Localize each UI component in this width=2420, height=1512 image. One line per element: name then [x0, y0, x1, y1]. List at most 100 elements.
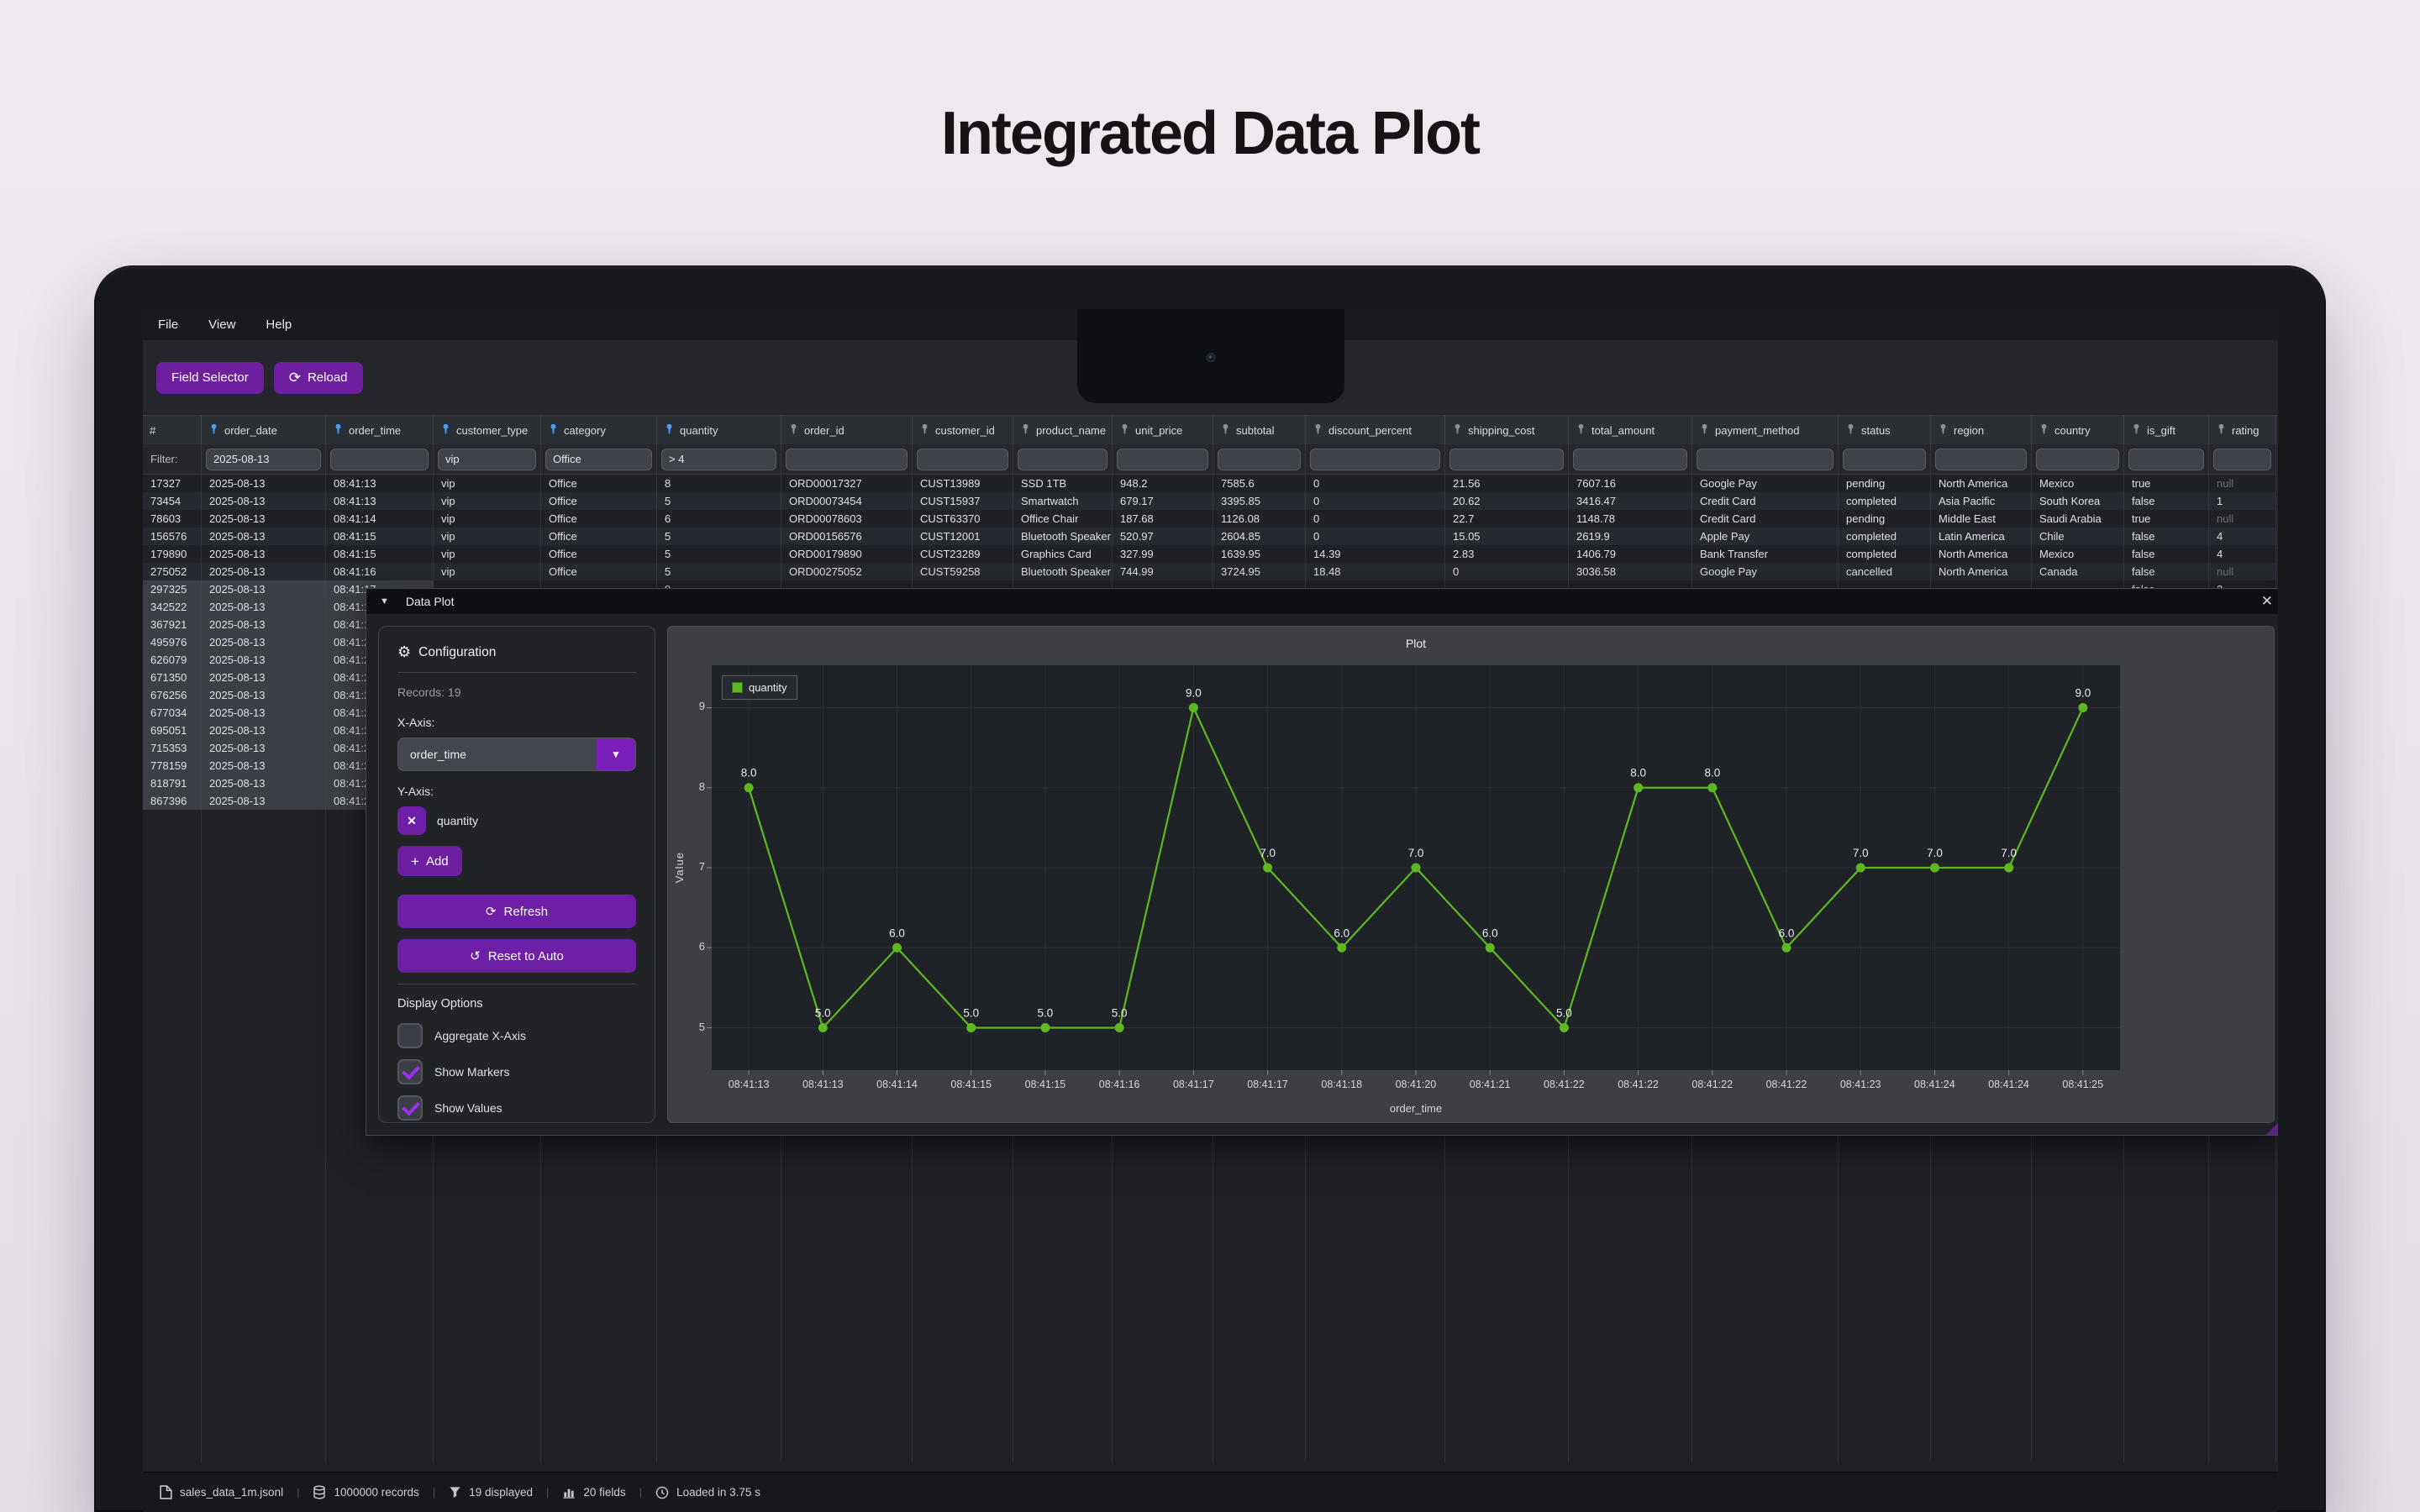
filter-input-unit_price[interactable] [1117, 449, 1208, 470]
empty-cell [541, 1445, 657, 1462]
empty-cell [2209, 1198, 2276, 1215]
empty-cell [2032, 1163, 2124, 1180]
checkbox-show-values[interactable] [397, 1095, 423, 1121]
field-selector-button[interactable]: Field Selector [156, 362, 264, 394]
column-header-status[interactable]: status [1839, 416, 1931, 444]
column-header-rating[interactable]: rating [2209, 416, 2276, 444]
x-axis-select[interactable]: order_time ▼ [397, 738, 636, 771]
empty-cell [143, 863, 202, 880]
empty-cell [1839, 1357, 1931, 1374]
column-header-shipping_cost[interactable]: shipping_cost [1445, 416, 1569, 444]
empty-cell [541, 1251, 657, 1268]
empty-cell [1569, 1233, 1692, 1251]
empty-cell [1306, 1163, 1445, 1180]
column-header-subtotal[interactable]: subtotal [1213, 416, 1306, 444]
filter-input-total_amount[interactable] [1573, 449, 1687, 470]
table-cell: Bluetooth Speaker [1013, 563, 1113, 580]
empty-cell [202, 1163, 326, 1180]
table-cell: Chile [2032, 528, 2124, 545]
filter-input-customer_type[interactable] [438, 449, 536, 470]
filter-input-rating[interactable] [2213, 449, 2271, 470]
filter-input-order_id[interactable] [786, 449, 908, 470]
column-header-order_id[interactable]: order_id [781, 416, 913, 444]
empty-cell [1569, 1374, 1692, 1392]
checkbox-aggregate-x-axis[interactable] [397, 1023, 423, 1048]
reload-label: Reload [308, 370, 348, 385]
empty-cell [541, 1145, 657, 1163]
legend-swatch [732, 682, 743, 693]
empty-cell [1306, 1268, 1445, 1286]
table-row[interactable]: 1565762025-08-1308:41:15vipOffice5ORD001… [143, 528, 2276, 545]
filter-input-subtotal[interactable] [1218, 449, 1301, 470]
empty-cell [2124, 1286, 2209, 1304]
empty-cell [1692, 1304, 1839, 1321]
column-header-discount_percent[interactable]: discount_percent [1306, 416, 1445, 444]
menu-item-view[interactable]: View [208, 318, 235, 332]
column-header-customer_type[interactable]: customer_type [434, 416, 541, 444]
filter-input-is_gift[interactable] [2128, 449, 2204, 470]
empty-cell [1013, 1339, 1113, 1357]
collapse-icon[interactable]: ▼ [380, 596, 389, 606]
filter-input-order_time[interactable] [330, 449, 429, 470]
filter-input-order_date[interactable] [206, 449, 321, 470]
table-cell: 495976 [143, 633, 202, 651]
column-header-region[interactable]: region [1931, 416, 2032, 444]
camera-icon [1206, 353, 1215, 362]
checkbox-show-markers[interactable] [397, 1059, 423, 1084]
column-header-order_date[interactable]: order_date [202, 416, 326, 444]
column-header-quantity[interactable]: quantity [657, 416, 781, 444]
empty-cell [1839, 1410, 1931, 1427]
column-header-is_gift[interactable]: is_gift [2124, 416, 2209, 444]
column-header-payment_method[interactable]: payment_method [1692, 416, 1839, 444]
table-row[interactable]: 786032025-08-1308:41:14vipOffice6ORD0007… [143, 510, 2276, 528]
filter-input-shipping_cost[interactable] [1449, 449, 1564, 470]
refresh-button[interactable]: ⟳ Refresh [397, 895, 636, 928]
resize-handle[interactable] [2266, 1115, 2278, 1135]
filter-input-quantity[interactable] [661, 449, 776, 470]
panel-close-button[interactable]: ✕ [2261, 593, 2273, 610]
status-label: 1000000 records [334, 1486, 418, 1499]
column-header-unit_price[interactable]: unit_price [1113, 416, 1213, 444]
column-header-total_amount[interactable]: total_amount [1569, 416, 1692, 444]
table-row[interactable]: 173272025-08-1308:41:13vipOffice8ORD0001… [143, 475, 2276, 492]
column-header-country[interactable]: country [2032, 416, 2124, 444]
menu-item-help[interactable]: Help [266, 318, 292, 332]
column-label: order_time [349, 424, 401, 437]
table-cell: completed [1839, 545, 1931, 563]
table-cell: ORD00275052 [781, 563, 913, 580]
column-header-category[interactable]: category [541, 416, 657, 444]
filter-input-payment_method[interactable] [1697, 449, 1833, 470]
filter-input-product_name[interactable] [1018, 449, 1107, 470]
column-header-order_time[interactable]: order_time [326, 416, 434, 444]
data-plot-panel-header[interactable]: ▼ Data Plot ✕ [366, 589, 2278, 614]
table-row[interactable]: 1798902025-08-1308:41:15vipOffice5ORD001… [143, 545, 2276, 563]
column-header-product_name[interactable]: product_name [1013, 416, 1113, 444]
empty-cell [1113, 1198, 1213, 1215]
empty-cell [326, 1304, 434, 1321]
empty-cell [326, 1427, 434, 1445]
empty-cell [202, 1145, 326, 1163]
remove-series-button[interactable]: ✕ [397, 806, 426, 835]
reload-button[interactable]: ⟳ Reload [274, 362, 363, 394]
filter-input-discount_percent[interactable] [1310, 449, 1440, 470]
reset-to-auto-button[interactable]: ↺ Reset to Auto [397, 939, 636, 973]
filter-input-country[interactable] [2036, 449, 2119, 470]
filter-input-customer_id[interactable] [917, 449, 1008, 470]
empty-cell [434, 1392, 541, 1410]
table-row[interactable]: 2750522025-08-1308:41:16vipOffice5ORD002… [143, 563, 2276, 580]
filter-input-category[interactable] [545, 449, 652, 470]
table-cell: vip [434, 475, 541, 492]
configuration-heading: ⚙ Configuration [397, 643, 636, 661]
empty-cell [1013, 1410, 1113, 1427]
table-row[interactable]: 734542025-08-1308:41:13vipOffice5ORD0007… [143, 492, 2276, 510]
empty-cell [1445, 1180, 1569, 1198]
column-header-customer_id[interactable]: customer_id [913, 416, 1013, 444]
filter-input-status[interactable] [1843, 449, 1926, 470]
menu-item-file[interactable]: File [158, 318, 178, 332]
column-label: quantity [680, 424, 718, 437]
empty-cell [1569, 1163, 1692, 1180]
filter-input-region[interactable] [1935, 449, 2027, 470]
add-series-button[interactable]: + Add [397, 846, 462, 876]
column-header-num[interactable]: # [143, 416, 202, 444]
pin-icon [1313, 423, 1323, 437]
